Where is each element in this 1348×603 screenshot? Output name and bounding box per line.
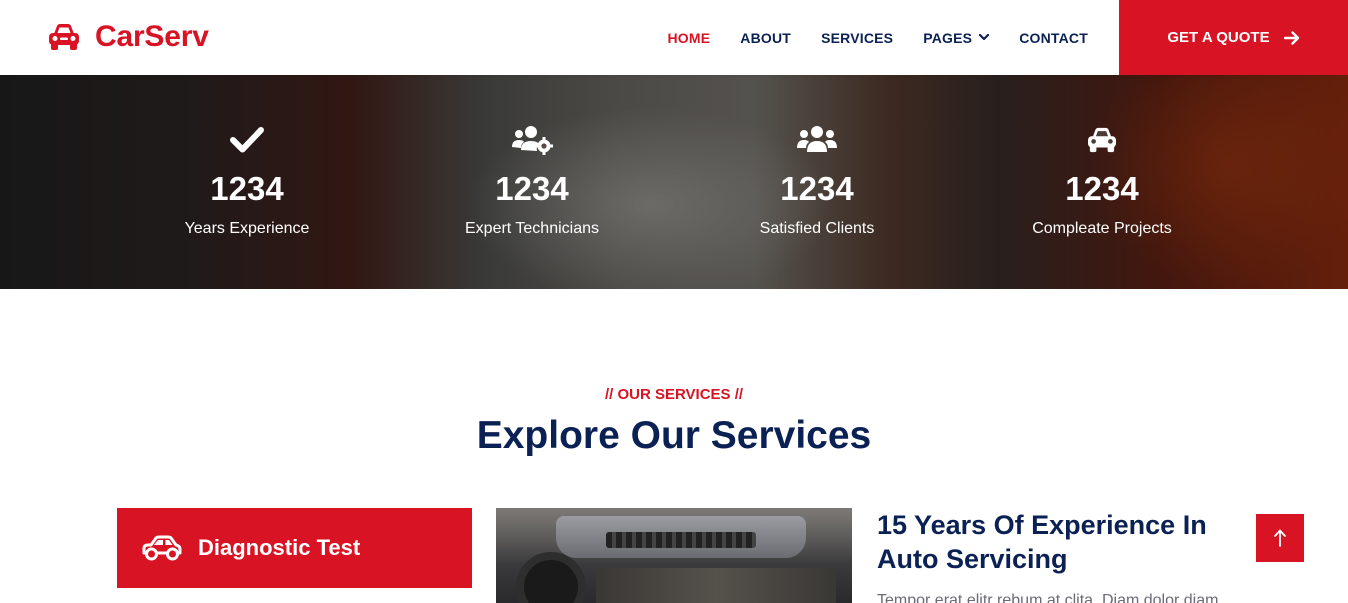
services-title: Explore Our Services [476, 414, 872, 457]
arrow-up-icon [1274, 529, 1286, 547]
nav-pages-label: PAGES [923, 29, 973, 46]
car-icon [49, 24, 79, 50]
fact-label: Compleate Projects [1032, 220, 1172, 237]
facts-banner: 1234 Years Experience 1234 Expert Techni… [0, 75, 1348, 289]
service-tab-label: Diagnostic Test [198, 535, 361, 560]
services-subtitle: // OUR SERVICES // [604, 386, 744, 403]
service-detail-title: 15 Years Of Experience In Auto Servicing [877, 510, 1207, 574]
get-a-quote-button[interactable]: GET A QUOTE [1119, 0, 1348, 75]
arrow-right-icon [1283, 30, 1299, 45]
fact-label: Years Experience [184, 220, 310, 237]
chevron-down-icon [979, 34, 990, 41]
service-detail-text: Tempor erat elitr rebum at clita. Diam d… [877, 592, 1219, 603]
back-to-top-button[interactable] [1256, 514, 1304, 562]
car-side-icon [142, 535, 182, 561]
nav-services[interactable]: SERVICES [821, 30, 893, 46]
navbar: CarServ HOME ABOUT SERVICES PAGES CONTAC… [0, 0, 1348, 75]
check-icon [226, 123, 268, 157]
brand-link[interactable]: CarServ [47, 20, 209, 54]
car-icon [1081, 123, 1123, 157]
get-a-quote-label: GET A QUOTE [1167, 29, 1270, 46]
nav-home[interactable]: HOME [667, 30, 710, 46]
fact-number: 1234 [495, 170, 569, 207]
nav-pages-dropdown[interactable]: PAGES [923, 29, 990, 46]
nav-contact[interactable]: CONTACT [1019, 30, 1088, 46]
service-image [496, 508, 852, 603]
nav-about[interactable]: ABOUT [740, 30, 791, 46]
users-icon [796, 123, 838, 157]
fact-number: 1234 [780, 170, 854, 207]
fact-number: 1234 [210, 170, 284, 207]
service-tab-diagnostic-test[interactable]: Diagnostic Test [117, 508, 472, 588]
fact-number: 1234 [1065, 170, 1139, 207]
brand-name: CarServ [95, 20, 209, 53]
nav-menu: HOME ABOUT SERVICES PAGES CONTACT [637, 0, 1088, 75]
fact-label: Satisfied Clients [759, 220, 875, 237]
fact-label: Expert Technicians [465, 220, 599, 237]
users-cog-icon [511, 123, 553, 157]
